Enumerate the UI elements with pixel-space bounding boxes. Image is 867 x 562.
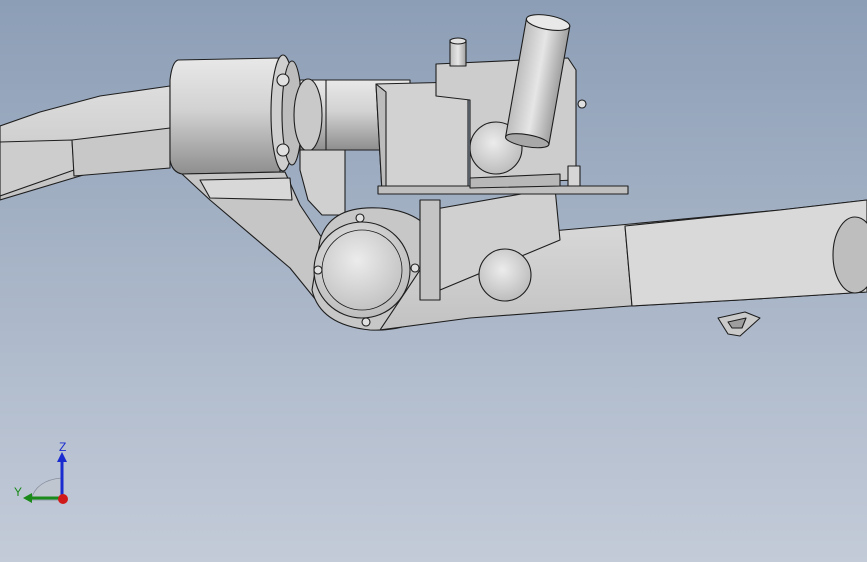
- wrist-pulley: [478, 248, 532, 302]
- cad-viewport[interactable]: Z Y: [0, 0, 867, 562]
- axis-triad-graphic: [23, 452, 68, 504]
- elbow-motor-cap: [313, 221, 411, 319]
- link-plate: [299, 149, 346, 216]
- shoulder-cylinder: [169, 57, 281, 175]
- z-axis-label: Z: [59, 440, 67, 454]
- y-axis-label: Y: [14, 485, 23, 499]
- forearm-end-panel: [624, 199, 867, 307]
- orientation-triad: Z Y: [14, 440, 76, 510]
- robot-arm-model[interactable]: [0, 0, 867, 562]
